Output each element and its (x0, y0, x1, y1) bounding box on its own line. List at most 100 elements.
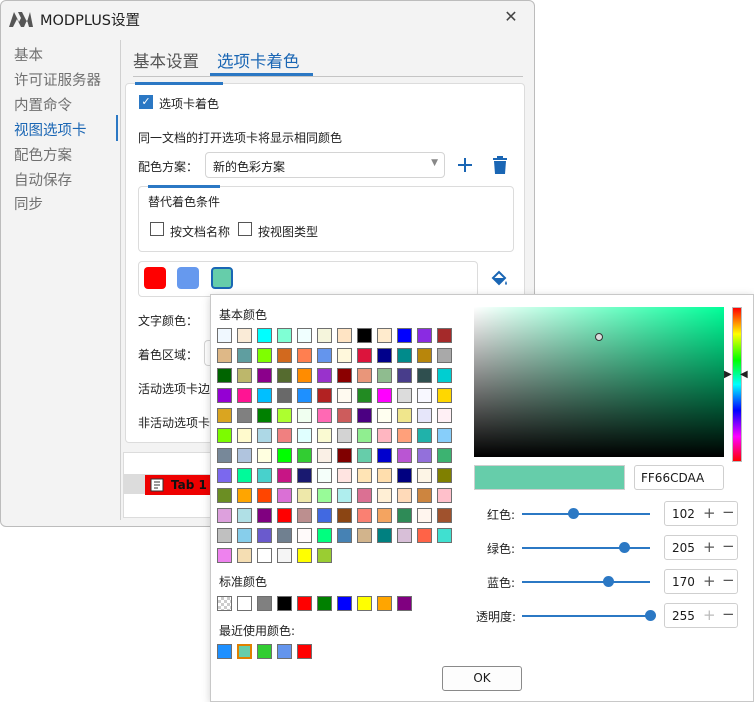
basic-color-swatch[interactable] (237, 388, 252, 403)
basic-color-swatch[interactable] (437, 328, 452, 343)
basic-color-swatch[interactable] (217, 548, 232, 563)
basic-color-swatch[interactable] (237, 468, 252, 483)
basic-color-swatch[interactable] (417, 448, 432, 463)
basic-color-swatch[interactable] (217, 528, 232, 543)
basic-color-swatch[interactable] (237, 328, 252, 343)
basic-color-swatch[interactable] (277, 428, 292, 443)
basic-color-swatch[interactable] (317, 428, 332, 443)
basic-color-swatch[interactable] (277, 408, 292, 423)
hex-input[interactable]: FF66CDAA (634, 465, 724, 490)
basic-color-swatch[interactable] (277, 348, 292, 363)
recent-color-swatch[interactable] (217, 644, 232, 659)
basic-color-swatch[interactable] (337, 368, 352, 383)
basic-color-swatch[interactable] (277, 548, 292, 563)
basic-color-swatch[interactable] (297, 368, 312, 383)
basic-color-swatch[interactable] (237, 548, 252, 563)
basic-color-swatch[interactable] (357, 428, 372, 443)
basic-color-swatch[interactable] (397, 348, 412, 363)
paint-bucket-icon[interactable] (490, 269, 510, 289)
basic-color-swatch[interactable] (237, 408, 252, 423)
basic-color-swatch[interactable] (257, 348, 272, 363)
basic-color-swatch[interactable] (337, 448, 352, 463)
channel-slider-track[interactable] (522, 615, 650, 617)
basic-color-swatch[interactable] (377, 468, 392, 483)
basic-color-swatch[interactable] (277, 328, 292, 343)
channel-value-input[interactable]: 205 + − (664, 535, 738, 560)
basic-color-swatch[interactable] (397, 328, 412, 343)
basic-color-swatch[interactable] (417, 408, 432, 423)
basic-color-swatch[interactable] (337, 508, 352, 523)
basic-color-swatch[interactable] (417, 328, 432, 343)
channel-value-input[interactable]: 255 + − (664, 603, 738, 628)
basic-color-swatch[interactable] (417, 488, 432, 503)
basic-color-swatch[interactable] (377, 368, 392, 383)
basic-color-swatch[interactable] (437, 508, 452, 523)
basic-color-swatch[interactable] (257, 368, 272, 383)
basic-color-swatch[interactable] (377, 488, 392, 503)
saturation-value-cursor[interactable] (595, 333, 603, 341)
standard-color-swatch[interactable] (237, 596, 252, 611)
sidebar-item-5[interactable]: 配色方案 (14, 144, 72, 165)
standard-color-swatch[interactable] (337, 596, 352, 611)
minus-icon[interactable]: − (722, 503, 735, 521)
basic-color-swatch[interactable] (357, 468, 372, 483)
basic-color-swatch[interactable] (397, 388, 412, 403)
channel-slider-track[interactable] (522, 513, 650, 515)
channel-value-input[interactable]: 170 + − (664, 569, 738, 594)
basic-color-swatch[interactable] (257, 428, 272, 443)
basic-color-swatch[interactable] (357, 388, 372, 403)
basic-color-swatch[interactable] (257, 328, 272, 343)
basic-color-swatch[interactable] (297, 408, 312, 423)
basic-color-swatch[interactable] (377, 528, 392, 543)
basic-color-swatch[interactable] (217, 468, 232, 483)
plus-icon[interactable] (457, 157, 473, 173)
basic-color-swatch[interactable] (237, 368, 252, 383)
hue-slider[interactable] (732, 307, 742, 462)
minus-icon[interactable]: − (722, 605, 735, 623)
basic-color-swatch[interactable] (337, 408, 352, 423)
basic-color-swatch[interactable] (277, 448, 292, 463)
basic-color-swatch[interactable] (217, 348, 232, 363)
basic-color-swatch[interactable] (437, 408, 452, 423)
basic-color-swatch[interactable] (437, 448, 452, 463)
basic-color-swatch[interactable] (337, 328, 352, 343)
basic-color-swatch[interactable] (237, 528, 252, 543)
basic-color-swatch[interactable] (257, 528, 272, 543)
basic-color-swatch[interactable] (417, 528, 432, 543)
minus-icon[interactable]: − (722, 537, 735, 555)
basic-color-swatch[interactable] (377, 428, 392, 443)
tab-basic-settings[interactable]: 基本设置 (133, 48, 199, 72)
basic-color-swatch[interactable] (317, 408, 332, 423)
standard-color-swatch[interactable] (217, 596, 232, 611)
basic-color-swatch[interactable] (357, 348, 372, 363)
basic-color-swatch[interactable] (417, 508, 432, 523)
basic-color-swatch[interactable] (377, 388, 392, 403)
basic-color-swatch[interactable] (217, 488, 232, 503)
channel-slider-thumb[interactable] (645, 610, 656, 621)
channel-value-input[interactable]: 102 + − (664, 501, 738, 526)
sidebar-item-3[interactable]: 内置命令 (14, 94, 72, 115)
trash-icon[interactable] (492, 156, 508, 174)
basic-color-swatch[interactable] (437, 428, 452, 443)
basic-color-swatch[interactable] (397, 408, 412, 423)
tab-tab-coloring[interactable]: 选项卡着色 (217, 48, 300, 72)
basic-color-swatch[interactable] (237, 488, 252, 503)
basic-color-swatch[interactable] (437, 468, 452, 483)
basic-color-swatch[interactable] (397, 448, 412, 463)
basic-color-swatch[interactable] (417, 468, 432, 483)
recent-color-swatch[interactable] (237, 644, 252, 659)
basic-color-swatch[interactable] (337, 488, 352, 503)
basic-color-swatch[interactable] (337, 528, 352, 543)
basic-color-swatch[interactable] (297, 448, 312, 463)
standard-color-swatch[interactable] (397, 596, 412, 611)
basic-color-swatch[interactable] (297, 548, 312, 563)
basic-color-swatch[interactable] (277, 528, 292, 543)
tab-coloring-checkbox[interactable]: ✓ (139, 95, 153, 109)
basic-color-swatch[interactable] (417, 348, 432, 363)
plus-icon[interactable]: + (703, 504, 716, 522)
close-icon[interactable]: ✕ (500, 6, 522, 28)
channel-slider-thumb[interactable] (602, 576, 614, 587)
basic-color-swatch[interactable] (257, 508, 272, 523)
basic-color-swatch[interactable] (237, 448, 252, 463)
basic-color-swatch[interactable] (237, 428, 252, 443)
